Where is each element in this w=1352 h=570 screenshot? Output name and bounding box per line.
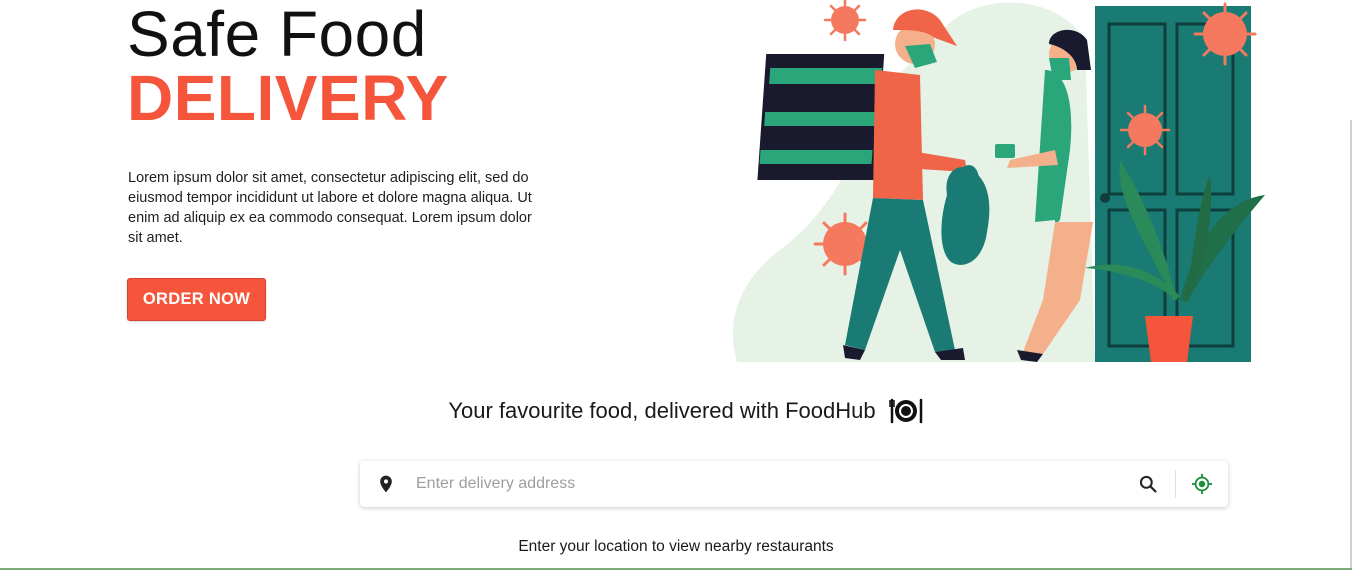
delivery-address-input[interactable]	[416, 461, 1116, 507]
address-search-bar	[360, 461, 1228, 507]
hero-description: Lorem ipsum dolor sit amet, consectetur …	[128, 170, 532, 246]
door-illustration	[1095, 6, 1251, 362]
tagline-text: Your favourite food, delivered with Food…	[448, 398, 876, 423]
plate-with-cutlery-icon	[888, 398, 922, 424]
search-divider	[1175, 470, 1176, 498]
gps-locate-icon[interactable]	[1191, 473, 1213, 495]
landing-page: Safe Food DELIVERY Lorem ipsum dolor sit…	[0, 0, 1352, 570]
hero-title-line-2: DELIVERY	[127, 62, 449, 134]
location-pin-icon	[380, 475, 392, 493]
delivery-illustration	[732, 0, 1265, 362]
hero-title-line-1: Safe Food	[127, 0, 427, 70]
search-icon[interactable]	[1138, 474, 1158, 494]
order-now-button[interactable]: ORDER NOW	[127, 278, 266, 321]
helper-text: Enter your location to view nearby resta…	[518, 538, 834, 555]
tagline: Your favourite food, delivered with Food…	[0, 398, 1352, 424]
